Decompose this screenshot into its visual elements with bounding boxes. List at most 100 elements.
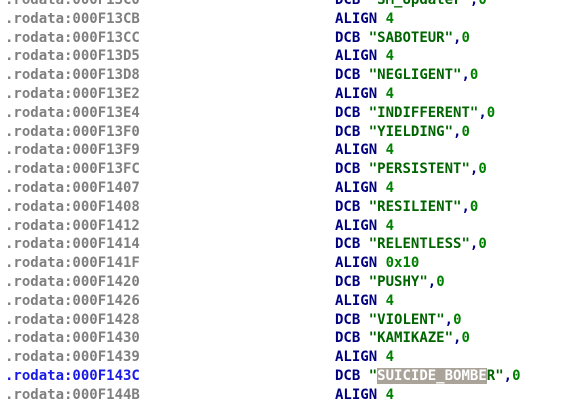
string-text[interactable]: SABOTEUR bbox=[377, 30, 444, 46]
listing-line[interactable]: .rodata:000F1426 ALIGN 4 bbox=[0, 292, 565, 311]
line-instruction[interactable]: ALIGN 4 bbox=[335, 292, 394, 311]
mnemonic: DCB bbox=[335, 67, 361, 84]
mnemonic: DCB bbox=[335, 104, 361, 121]
line-address[interactable]: .rodata:000F13D5 bbox=[5, 47, 140, 66]
line-instruction[interactable]: DCB "INDIFFERENT",0 bbox=[335, 104, 495, 123]
line-instruction[interactable]: DCB "SM_Updater",0 bbox=[335, 0, 487, 10]
line-instruction[interactable]: ALIGN 4 bbox=[335, 386, 394, 405]
line-address[interactable]: .rodata:000F13E4 bbox=[5, 104, 140, 123]
line-instruction[interactable]: DCB "RESILIENT",0 bbox=[335, 198, 478, 217]
string-terminator: 0 bbox=[461, 29, 470, 46]
line-instruction[interactable]: DCB "SABOTEUR",0 bbox=[335, 29, 470, 48]
listing-line[interactable]: .rodata:000F141F ALIGN 0x10 bbox=[0, 254, 565, 273]
string-terminator: 0 bbox=[469, 67, 479, 84]
line-instruction[interactable]: ALIGN 4 bbox=[335, 47, 394, 66]
listing-line[interactable]: .rodata:000F1408 DCB "RESILIENT",0 bbox=[0, 198, 565, 217]
listing-line[interactable]: .rodata:000F13CB ALIGN 4 bbox=[0, 10, 565, 29]
line-instruction[interactable]: DCB "NEGLIGENT",0 bbox=[335, 66, 478, 85]
line-instruction[interactable]: ALIGN 4 bbox=[335, 85, 394, 104]
line-address[interactable]: .rodata:000F13D8 bbox=[5, 66, 140, 85]
line-address[interactable]: .rodata:000F1408 bbox=[5, 198, 140, 217]
line-address[interactable]: .rodata:000F143C bbox=[5, 367, 140, 386]
disassembly-listing[interactable]: .rodata:000F13C0 DCB "SM_Updater",0 .rodat… bbox=[0, 0, 565, 405]
string-text[interactable]: INDIFFERENT bbox=[377, 105, 470, 121]
line-address[interactable]: .rodata:000F13CC bbox=[5, 29, 140, 48]
line-address[interactable]: .rodata:000F1407 bbox=[5, 179, 140, 198]
mnemonic: DCB bbox=[335, 29, 361, 46]
align-operand: 4 bbox=[385, 349, 395, 366]
listing-line[interactable]: .rodata:000F1439 ALIGN 4 bbox=[0, 348, 565, 367]
line-address[interactable]: .rodata:000F13F0 bbox=[5, 123, 140, 142]
line-address[interactable]: .rodata:000F13E2 bbox=[5, 85, 140, 104]
line-address[interactable]: .rodata:000F13F9 bbox=[5, 141, 140, 160]
string-text[interactable]: RELENTLESS bbox=[377, 236, 461, 252]
string-text[interactable]: VIOLENT bbox=[377, 312, 436, 328]
listing-line[interactable]: .rodata:000F13D5 ALIGN 4 bbox=[0, 47, 565, 66]
line-instruction[interactable]: DCB "SUICIDE_BOMBER",0 bbox=[335, 367, 521, 386]
line-instruction[interactable]: ALIGN 4 bbox=[335, 348, 394, 367]
line-address[interactable]: .rodata:000F1414 bbox=[5, 235, 140, 254]
string-text[interactable]: RESILIENT bbox=[377, 199, 453, 215]
listing-line[interactable]: .rodata:000F13CC DCB "SABOTEUR",0 bbox=[0, 29, 565, 48]
line-address[interactable]: .rodata:000F13CB bbox=[5, 10, 140, 29]
line-address[interactable]: .rodata:000F1412 bbox=[5, 217, 140, 236]
string-terminator: 0 bbox=[478, 236, 487, 253]
align-operand: 4 bbox=[385, 292, 395, 309]
listing-line[interactable]: .rodata:000F144B ALIGN 4 bbox=[0, 386, 565, 405]
listing-line[interactable]: .rodata:000F143C DCB "SUICIDE_BOMBER",0 bbox=[0, 367, 565, 386]
mnemonic: DCB bbox=[335, 198, 361, 215]
string-text[interactable]: PUSHY bbox=[377, 274, 419, 290]
line-instruction[interactable]: DCB "PERSISTENT",0 bbox=[335, 160, 487, 179]
line-instruction[interactable]: ALIGN 4 bbox=[335, 10, 394, 29]
string-text[interactable]: YIELDING bbox=[377, 124, 444, 140]
line-instruction[interactable]: DCB "VIOLENT",0 bbox=[335, 311, 462, 330]
listing-line[interactable]: .rodata:000F13F9 ALIGN 4 bbox=[0, 141, 565, 160]
line-address[interactable]: .rodata:000F144B bbox=[5, 386, 140, 405]
listing-line[interactable]: .rodata:000F1430 DCB "KAMIKAZE",0 bbox=[0, 329, 565, 348]
string-terminator: 0 bbox=[453, 311, 462, 328]
line-instruction[interactable]: ALIGN 0x10 bbox=[335, 254, 419, 273]
line-address[interactable]: .rodata:000F1426 bbox=[5, 292, 140, 311]
listing-line[interactable]: .rodata:000F1428 DCB "VIOLENT",0 bbox=[0, 311, 565, 330]
listing-line[interactable]: .rodata:000F1414 DCB "RELENTLESS",0 bbox=[0, 235, 565, 254]
line-address[interactable]: .rodata:000F1420 bbox=[5, 273, 140, 292]
line-address[interactable]: .rodata:000F1428 bbox=[5, 311, 140, 330]
line-address[interactable]: .rodata:000F1430 bbox=[5, 329, 140, 348]
mnemonic: ALIGN bbox=[335, 255, 378, 272]
align-operand: 4 bbox=[385, 85, 395, 102]
line-instruction[interactable]: DCB "YIELDING",0 bbox=[335, 123, 470, 142]
listing-line[interactable]: .rodata:000F1420 DCB "PUSHY",0 bbox=[0, 273, 565, 292]
line-instruction[interactable]: ALIGN 4 bbox=[335, 141, 394, 160]
mnemonic: DCB bbox=[335, 367, 361, 384]
line-instruction[interactable]: ALIGN 4 bbox=[335, 179, 394, 198]
line-instruction[interactable]: ALIGN 4 bbox=[335, 217, 394, 236]
line-address[interactable]: .rodata:000F13FC bbox=[5, 160, 140, 179]
line-address[interactable]: .rodata:000F13C0 bbox=[5, 0, 140, 10]
line-instruction[interactable]: DCB "RELENTLESS",0 bbox=[335, 235, 487, 254]
line-instruction[interactable]: DCB "KAMIKAZE",0 bbox=[335, 329, 470, 348]
listing-line[interactable]: .rodata:000F13F0 DCB "YIELDING",0 bbox=[0, 123, 565, 142]
string-text[interactable]: SM_Updater bbox=[377, 0, 461, 8]
mnemonic: DCB bbox=[335, 123, 361, 140]
listing-line[interactable]: .rodata:000F13E4 DCB "INDIFFERENT",0 bbox=[0, 104, 565, 123]
listing-line[interactable]: .rodata:000F13C0 DCB "SM_Updater",0 bbox=[0, 0, 565, 10]
listing-line[interactable]: .rodata:000F1412 ALIGN 4 bbox=[0, 217, 565, 236]
line-instruction[interactable]: DCB "PUSHY",0 bbox=[335, 273, 445, 292]
listing-line[interactable]: .rodata:000F13D8 DCB "NEGLIGENT",0 bbox=[0, 66, 565, 85]
mnemonic: ALIGN bbox=[335, 349, 378, 366]
listing-line[interactable]: .rodata:000F1407 ALIGN 4 bbox=[0, 179, 565, 198]
mnemonic: ALIGN bbox=[335, 217, 378, 234]
string-text[interactable]: KAMIKAZE bbox=[377, 330, 444, 346]
align-operand: 4 bbox=[385, 217, 395, 234]
line-address[interactable]: .rodata:000F1439 bbox=[5, 348, 140, 367]
selected-string-text[interactable]: SUICIDE_BOMBE bbox=[377, 367, 487, 384]
string-text[interactable]: PERSISTENT bbox=[377, 161, 461, 177]
listing-line[interactable]: .rodata:000F13FC DCB "PERSISTENT",0 bbox=[0, 160, 565, 179]
string-terminator: 0 bbox=[478, 161, 487, 178]
string-text[interactable]: NEGLIGENT bbox=[377, 67, 453, 83]
string-terminator: 0 bbox=[478, 0, 487, 8]
string-text[interactable]: R bbox=[487, 368, 495, 384]
listing-line[interactable]: .rodata:000F13E2 ALIGN 4 bbox=[0, 85, 565, 104]
string-terminator: 0 bbox=[436, 273, 445, 290]
line-address[interactable]: .rodata:000F141F bbox=[5, 254, 140, 273]
